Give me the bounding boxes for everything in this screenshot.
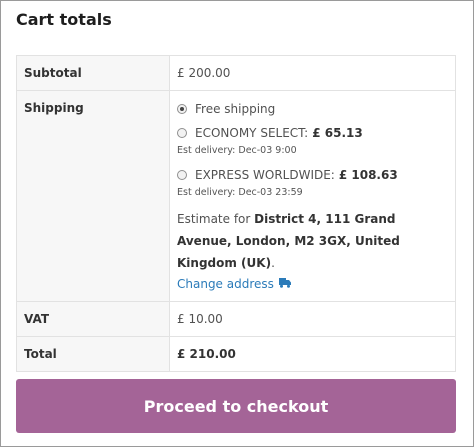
shipping-label: Shipping [16, 90, 170, 302]
shipping-option-label: Free shipping [195, 102, 276, 116]
radio-express-worldwide[interactable] [177, 170, 187, 180]
cart-totals-table: Subtotal £ 200.00 Shipping Free shipping… [16, 55, 456, 372]
shipping-option-express[interactable]: EXPRESS WORLDWIDE: £ 108.63 [177, 167, 448, 183]
estimate-prefix: Estimate for [177, 212, 251, 226]
estimate-suffix: . [271, 256, 275, 270]
radio-economy-select[interactable] [177, 128, 187, 138]
cart-totals-title: Cart totals [16, 10, 112, 29]
shipping-option-free[interactable]: Free shipping [177, 101, 448, 117]
express-delivery-estimate: Est delivery: Dec-03 23:59 [177, 187, 303, 198]
shipping-option-economy[interactable]: ECONOMY SELECT: £ 65.13 [177, 125, 448, 141]
shipping-destination: Estimate for District 4, 111 Grand Avenu… [177, 208, 448, 274]
vat-row: VAT £ 10.00 [16, 301, 456, 337]
change-address-row: Change address [177, 277, 448, 291]
shipping-option-price: £ 108.63 [338, 168, 398, 182]
shipping-row: Shipping Free shipping ECONOMY SELECT: £… [16, 90, 456, 302]
vat-value: £ 10.00 [169, 301, 456, 337]
proceed-to-checkout-button[interactable]: Proceed to checkout [16, 379, 456, 433]
shipping-options: Free shipping ECONOMY SELECT: £ 65.13 Es… [169, 90, 456, 302]
total-value: £ 210.00 [169, 336, 456, 372]
subtotal-value: £ 200.00 [169, 55, 456, 91]
subtotal-label: Subtotal [16, 55, 170, 91]
shipping-option-label: ECONOMY SELECT: [195, 126, 309, 140]
total-row: Total £ 210.00 [16, 336, 456, 372]
economy-delivery-estimate: Est delivery: Dec-03 9:00 [177, 145, 297, 156]
subtotal-row: Subtotal £ 200.00 [16, 55, 456, 91]
truck-icon[interactable] [278, 277, 291, 291]
shipping-option-label: EXPRESS WORLDWIDE: [195, 168, 335, 182]
shipping-option-price: £ 65.13 [312, 126, 363, 140]
total-label: Total [16, 336, 170, 372]
vat-label: VAT [16, 301, 170, 337]
change-address-link[interactable]: Change address [177, 277, 274, 291]
radio-free-shipping[interactable] [177, 104, 187, 114]
